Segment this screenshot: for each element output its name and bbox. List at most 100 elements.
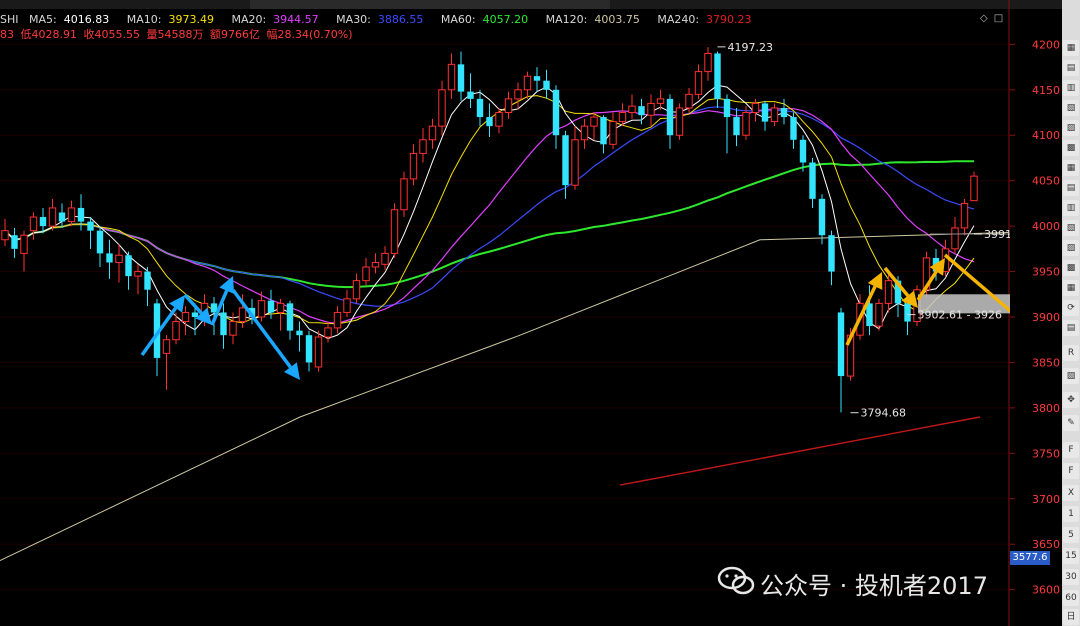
candle-body-up — [438, 89, 446, 127]
candle-body-up — [704, 52, 712, 73]
diamond-icon[interactable]: ◇ — [980, 13, 994, 24]
ma240-value: MA240: 3790.23 — [657, 13, 752, 26]
refresh-icon[interactable]: ⟳ — [1063, 300, 1079, 316]
candle-body-up — [67, 207, 76, 223]
kline-chart[interactable]: 4197.23 3794.68 3991.26 - 3902.61 - 3926 — [0, 0, 1010, 626]
candle-body-up — [48, 207, 57, 227]
period-30[interactable]: 30 — [1063, 569, 1079, 585]
y-tick-label: 3600 — [1032, 584, 1060, 597]
candle-body-up — [381, 252, 389, 265]
candle-body-up — [257, 300, 266, 318]
chart-corner-icons[interactable]: ◇□ — [980, 13, 1009, 24]
candle-body-down — [799, 139, 807, 163]
period-day[interactable]: 日 — [1063, 609, 1079, 625]
candle-body-down — [220, 312, 227, 336]
panel-icon-15[interactable]: ▤ — [1063, 320, 1079, 336]
candle-body-up — [618, 112, 627, 123]
quote-close: 收4055.55 — [83, 28, 141, 41]
candle-body-up — [238, 307, 247, 323]
candle-body-down — [77, 207, 85, 222]
candle-body-up — [523, 75, 532, 91]
move-icon[interactable]: ✥ — [1063, 392, 1079, 408]
candle-body-up — [580, 125, 589, 141]
candle-body-down — [305, 335, 313, 363]
panel-icon-3[interactable]: ▥ — [1063, 80, 1079, 96]
panel-icon-1[interactable]: ▦ — [1063, 40, 1079, 56]
candle-body-up — [371, 261, 380, 268]
candle-body-down — [733, 117, 740, 136]
f2-icon[interactable]: F — [1063, 463, 1079, 479]
quote-open-tail: 83 — [0, 28, 14, 41]
panel-icon-9[interactable]: ▥ — [1063, 200, 1079, 216]
period-60[interactable]: 60 — [1063, 590, 1079, 606]
y-tick-label: 3650 — [1032, 538, 1060, 551]
annotation-label: 3902.61 - 3926 — [918, 309, 1002, 322]
candle-body-down — [125, 255, 132, 277]
candle-body-down — [780, 107, 788, 118]
panel-icon-7[interactable]: ▦ — [1063, 160, 1079, 176]
candle-body-down — [106, 253, 113, 263]
candle-body-up — [675, 107, 684, 136]
zoom-icon[interactable]: ▧ — [1063, 368, 1079, 384]
candle-body-up — [333, 311, 342, 329]
panel-icon-6[interactable]: ▩ — [1063, 140, 1079, 156]
wechat-icon — [717, 566, 755, 595]
candle-body-down — [761, 103, 769, 122]
quote-volume: 量54588万 — [146, 28, 204, 41]
candle-body-up — [514, 89, 522, 100]
candle-body-down — [562, 135, 569, 186]
annotation-label: 3794.68 — [861, 407, 907, 420]
candle-body-up — [656, 98, 665, 104]
blue-arrow-4-head — [284, 362, 300, 380]
candle-body-up — [571, 139, 579, 186]
candle-body-down — [39, 217, 47, 227]
y-tick-label: 4200 — [1032, 38, 1060, 51]
panel-icon-2[interactable]: ▤ — [1063, 60, 1079, 76]
current-price-tag: 3577.6 — [1010, 551, 1050, 565]
candle-body-down — [296, 330, 303, 336]
panel-icon-4[interactable]: ▧ — [1063, 100, 1079, 116]
quote-legend: 83 低4028.91 收4055.55 量54588万 额9766亿 幅28.… — [0, 27, 356, 42]
panel-icon-13[interactable]: ▦ — [1063, 280, 1079, 296]
candle-body-down — [96, 230, 104, 254]
panel-icon-12[interactable]: ▩ — [1063, 260, 1079, 276]
y-tick-label: 3750 — [1032, 447, 1060, 460]
candle-body-down — [543, 80, 550, 90]
price-axis: 4200 4150 4100 4050 4000 3950 3900 3850 3800 3750… — [1010, 38, 1060, 597]
pencil-icon[interactable]: ✎ — [1063, 415, 1079, 431]
candle-body-up — [419, 139, 427, 154]
candle-body-up — [685, 93, 693, 109]
candle-body-up — [324, 327, 332, 338]
period-1[interactable]: 1 — [1063, 506, 1079, 522]
f5-icon[interactable]: F — [1063, 442, 1079, 458]
watermark-text: 公众号 · 投机者2017 — [760, 572, 988, 600]
candle-body-up — [20, 234, 28, 254]
candle-body-up — [29, 216, 38, 232]
ma-legend: SHI MA5: 4016.83 MA10: 3973.49 MA20: 3944.5… — [0, 12, 766, 27]
candle-body-down — [467, 91, 474, 99]
candle-body-down — [486, 117, 493, 127]
rsi-icon[interactable]: R — [1063, 345, 1079, 361]
candle-body-down — [809, 162, 816, 199]
candle-body-up — [742, 112, 750, 136]
candle-body-up — [362, 266, 370, 282]
candle-body-up — [172, 321, 180, 341]
candle-body-up — [495, 112, 503, 127]
ma5-value: MA5: 4016.83 — [29, 13, 110, 26]
candle-body-down — [476, 98, 484, 118]
panel-icon-11[interactable]: ▨ — [1063, 240, 1079, 256]
period-15[interactable]: 15 — [1063, 548, 1079, 564]
candle-body-down — [87, 221, 94, 231]
candle-body-down — [600, 117, 607, 145]
panel-icon-8[interactable]: ▤ — [1063, 180, 1079, 196]
ma30-value: MA30: 3886.55 — [336, 13, 424, 26]
panel-icon-5[interactable]: ▨ — [1063, 120, 1079, 136]
candle-body-down — [191, 312, 199, 317]
candle-body-up — [875, 302, 883, 327]
square-icon[interactable]: □ — [994, 13, 1009, 24]
excel-icon[interactable]: X — [1063, 485, 1079, 501]
period-5[interactable]: 5 — [1063, 527, 1079, 543]
right-tool-panel: ▦ ▤ ▥ ▧ ▨ ▩ ▦ ▤ ▥ ▧ ▨ ▩ ▦ ⟳ ▤ R ▧ ✥ ✎ F … — [1062, 0, 1080, 626]
symbol-label: SHI — [0, 13, 19, 26]
panel-icon-10[interactable]: ▧ — [1063, 220, 1079, 236]
